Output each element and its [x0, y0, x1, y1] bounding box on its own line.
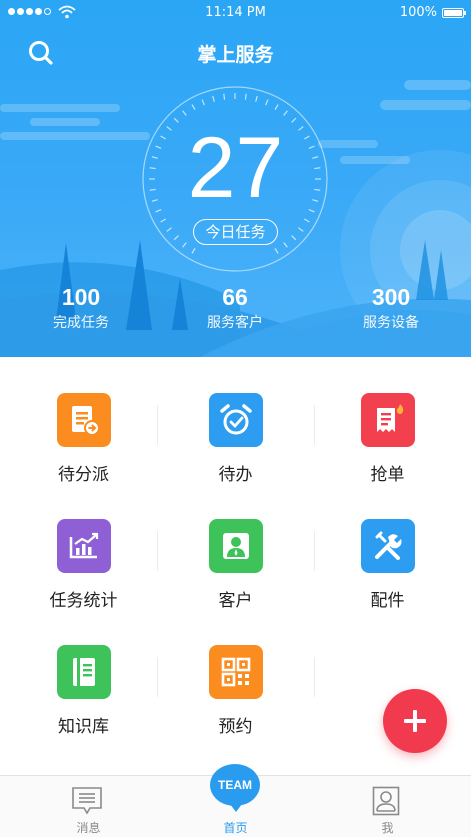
grid-divider — [157, 657, 158, 697]
menu-item-pending-dispatch[interactable]: 待分派 — [5, 357, 162, 485]
dial-tick — [223, 93, 226, 100]
stats-chart-icon — [57, 519, 111, 573]
dial-tick — [265, 99, 269, 106]
stat-served-devices[interactable]: 300 服务设备 — [326, 282, 456, 334]
stat-label: 服务客户 — [207, 315, 263, 331]
today-task-label[interactable]: 今日任务 — [193, 219, 278, 245]
dial-tick — [212, 95, 215, 102]
dial-tick — [283, 242, 288, 248]
add-button[interactable] — [383, 689, 447, 753]
status-bar: 11:14 PM 100% — [0, 0, 471, 26]
menu-item-label: 任务统计 — [49, 591, 118, 611]
battery-icon — [442, 8, 466, 18]
dial-tick — [274, 247, 279, 254]
tab-label: 首页 — [223, 821, 248, 835]
stat-label: 服务设备 — [363, 315, 419, 331]
qr-code-icon — [209, 645, 263, 699]
battery-percentage: 100% — [399, 5, 437, 20]
today-task-count: 27 — [187, 120, 284, 216]
stat-label: 完成任务 — [53, 315, 109, 331]
menu-item-label: 待分派 — [58, 465, 109, 485]
dial-tick — [182, 242, 187, 248]
menu-item-label: 配件 — [370, 591, 405, 611]
grid-divider — [314, 531, 315, 571]
dispatch-icon — [57, 393, 111, 447]
dial-tick — [160, 218, 167, 223]
customer-icon — [209, 519, 263, 573]
alarm-clock-icon — [209, 393, 263, 447]
dashboard-header: 11:14 PM 100% 掌上服务 27 今日任务 100 完成任务 66 服… — [0, 0, 471, 357]
dial-tick — [191, 104, 196, 111]
stat-value: 300 — [371, 284, 411, 310]
menu-item-label: 待办 — [218, 465, 253, 485]
tab-messages[interactable]: 消息 — [10, 776, 167, 837]
tools-icon — [361, 519, 415, 573]
dial-tick — [298, 227, 304, 232]
grid-divider — [157, 531, 158, 571]
dial-tick — [303, 218, 310, 223]
dial-tick — [283, 110, 288, 116]
grab-order-icon — [361, 393, 415, 447]
stat-served-customers[interactable]: 66 服务客户 — [170, 282, 300, 334]
tab-me[interactable]: 我 — [309, 776, 466, 837]
dial-tick — [166, 227, 172, 232]
stat-value: 66 — [222, 284, 248, 310]
menu-item-grab-order[interactable]: 抢单 — [309, 357, 466, 485]
menu-item-label: 客户 — [218, 591, 253, 611]
message-icon — [72, 787, 102, 815]
stat-value: 100 — [61, 284, 101, 310]
dial-tick — [244, 93, 247, 100]
menu-item-label: 知识库 — [58, 717, 109, 737]
dial-tick — [274, 104, 279, 111]
dial-tick — [201, 99, 205, 106]
grid-divider — [314, 405, 315, 445]
menu-item-parts[interactable]: 配件 — [309, 483, 466, 611]
plus-icon — [404, 710, 426, 732]
dial-tick — [255, 95, 258, 102]
tab-label: 我 — [381, 821, 394, 835]
grid-divider — [157, 405, 158, 445]
menu-item-todo[interactable]: 待办 — [157, 357, 314, 485]
dial-tick — [291, 235, 297, 241]
page-title: 掌上服务 — [197, 44, 274, 66]
stat-completed-tasks[interactable]: 100 完成任务 — [16, 282, 146, 334]
menu-item-knowledge-base[interactable]: 知识库 — [5, 609, 162, 737]
menu-item-task-statistics[interactable]: 任务统计 — [5, 483, 162, 611]
dial-tick — [191, 247, 196, 254]
knowledge-book-icon — [57, 645, 111, 699]
menu-item-customer[interactable]: 客户 — [157, 483, 314, 611]
profile-icon — [372, 786, 400, 816]
tab-label: 消息 — [76, 821, 101, 835]
team-icon[interactable]: TEAM — [210, 764, 260, 812]
grid-divider — [314, 657, 315, 697]
dial-tick — [182, 110, 187, 116]
stats-row: 100 完成任务 66 服务客户 300 服务设备 — [0, 282, 471, 342]
menu-item-label: 预约 — [218, 717, 253, 737]
dial-tick — [173, 235, 179, 241]
menu-item-label: 抢单 — [370, 465, 405, 485]
menu-item-appointment[interactable]: 预约 — [157, 609, 314, 737]
